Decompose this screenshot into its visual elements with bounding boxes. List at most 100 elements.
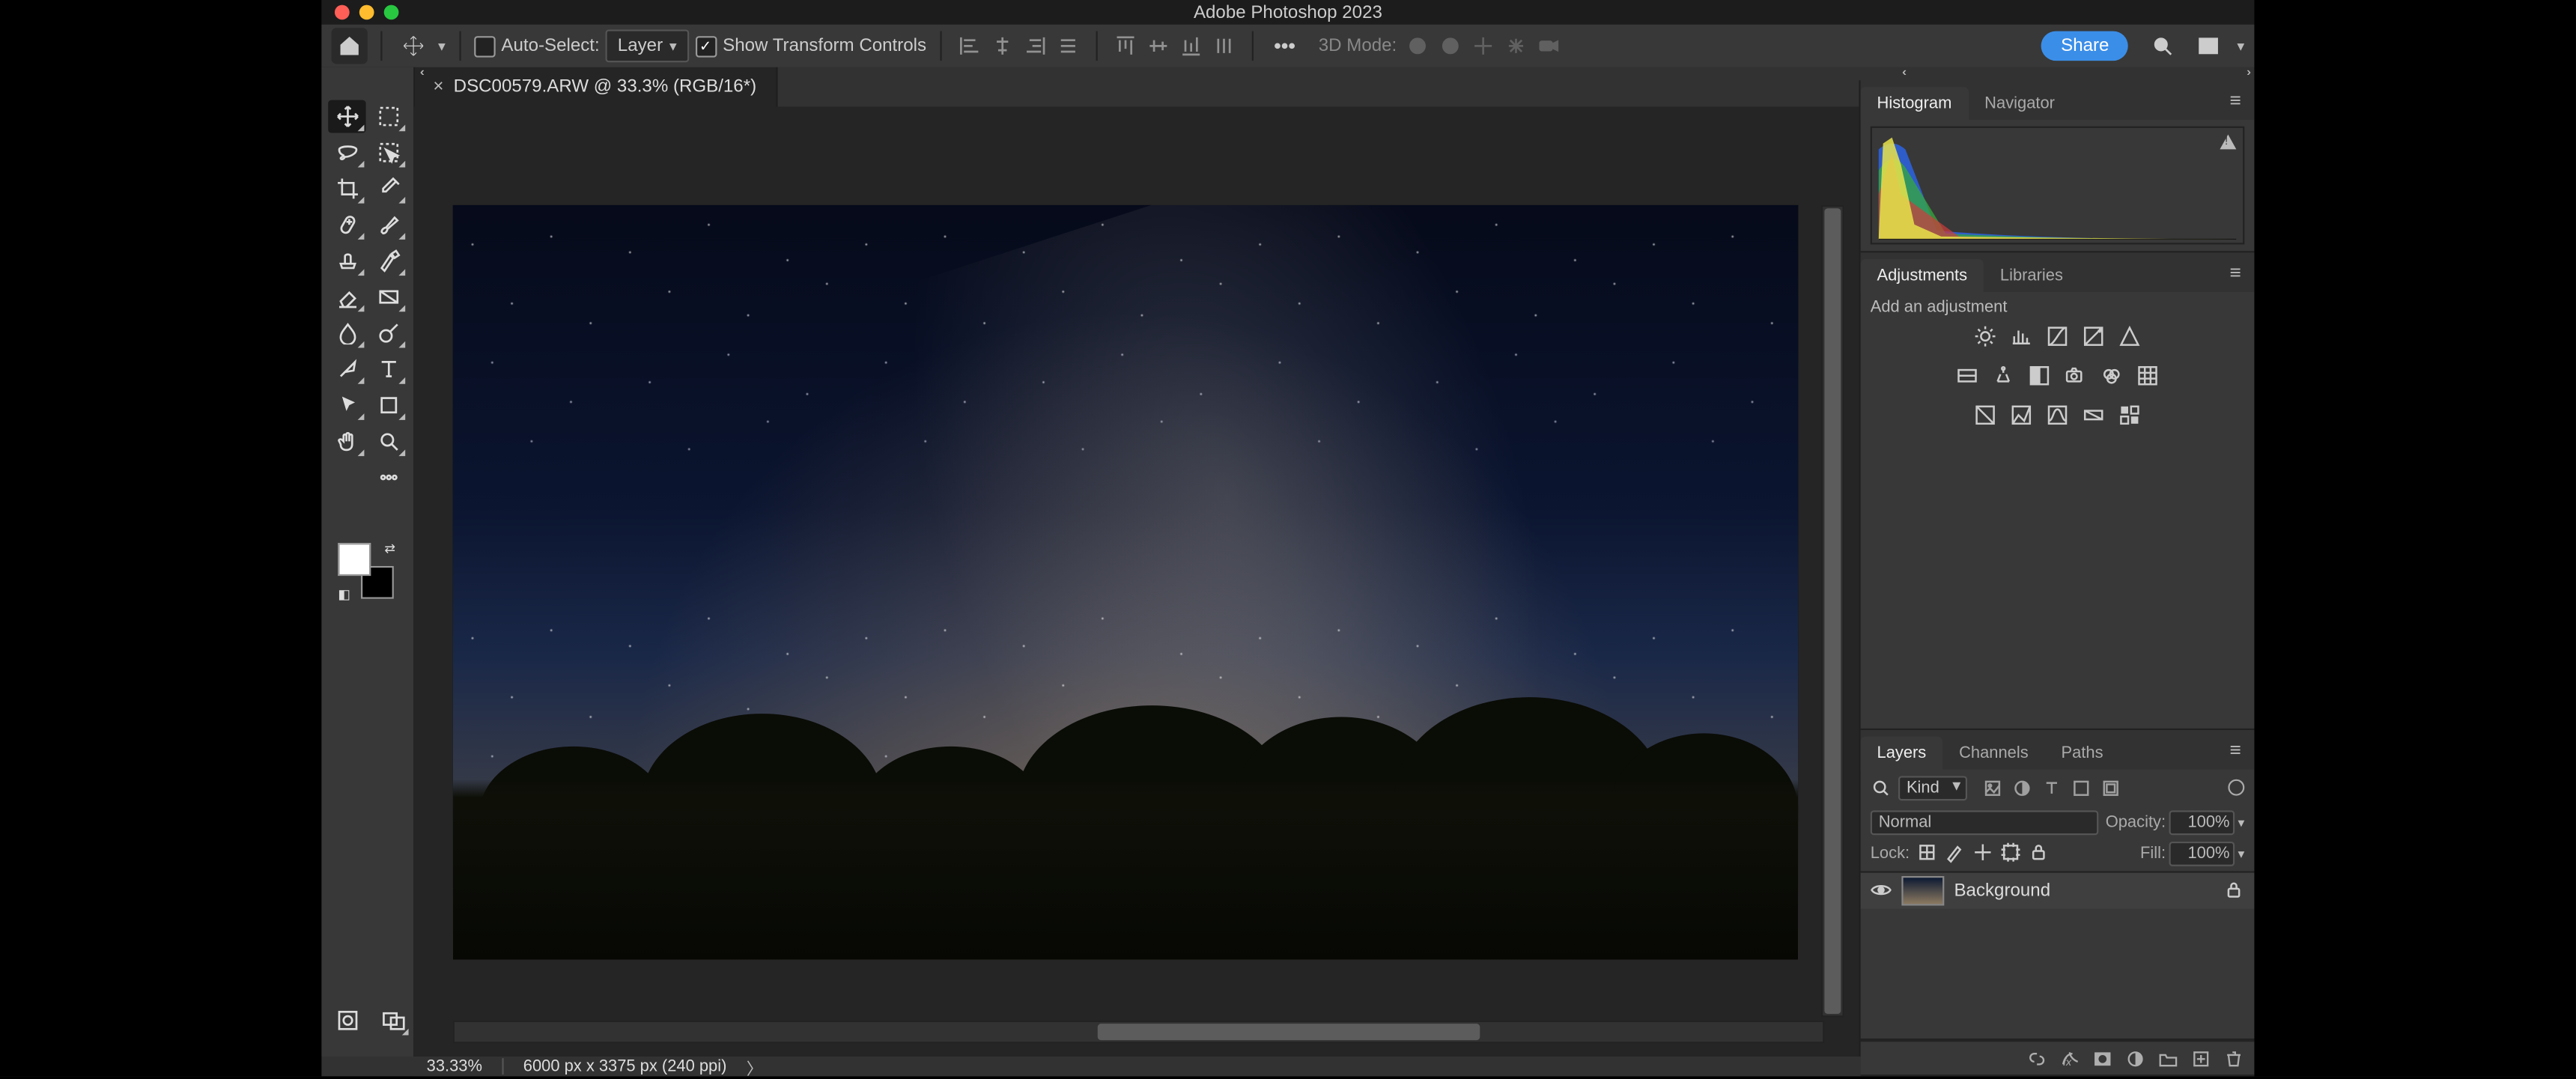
gradient-tool[interactable] — [369, 281, 407, 314]
dodge-tool[interactable] — [369, 317, 407, 350]
layer-fx-icon[interactable]: fx — [2058, 1047, 2081, 1070]
eraser-tool[interactable] — [328, 281, 365, 314]
workspace-switcher-dropdown-icon[interactable]: ▾ — [2237, 37, 2244, 55]
canvas-horizontal-scrollbar[interactable] — [453, 1021, 1825, 1044]
selective-color-icon[interactable] — [2116, 402, 2142, 428]
vibrance-icon[interactable] — [2116, 323, 2142, 350]
layers-panel-menu-icon[interactable]: ≡ — [2217, 738, 2254, 761]
new-adjustment-layer-icon[interactable] — [2123, 1047, 2146, 1070]
black-white-icon[interactable] — [2026, 362, 2053, 389]
quick-mask-icon[interactable] — [332, 1004, 365, 1037]
photo-filter-icon[interactable] — [2062, 362, 2089, 389]
auto-select-dropdown[interactable]: Layer ▾ — [606, 29, 688, 62]
tool-preset-dropdown-icon[interactable]: ▾ — [438, 37, 446, 55]
tab-navigator[interactable]: Navigator — [1968, 87, 2071, 120]
layer-filter-toggle[interactable] — [2228, 779, 2244, 796]
align-left-icon[interactable] — [954, 31, 983, 61]
lock-artboard-icon[interactable] — [2000, 841, 2021, 867]
tab-layers[interactable]: Layers — [1861, 736, 1943, 769]
fill-value[interactable]: 100% — [2169, 842, 2235, 866]
object-select-tool[interactable] — [369, 136, 407, 169]
window-zoom-button[interactable] — [384, 5, 399, 20]
exposure-icon[interactable] — [2080, 323, 2106, 350]
lock-transparency-icon[interactable] — [1916, 841, 1937, 867]
opacity-dropdown-icon[interactable]: ▾ — [2238, 815, 2244, 830]
channel-mixer-icon[interactable] — [2098, 362, 2124, 389]
hand-tool[interactable] — [328, 425, 365, 458]
fill-dropdown-icon[interactable]: ▾ — [2238, 847, 2244, 862]
filter-type-layers-icon[interactable] — [2039, 776, 2062, 799]
path-select-tool[interactable] — [328, 389, 365, 422]
filter-shape-layers-icon[interactable] — [2069, 776, 2092, 799]
tools-expand-icon[interactable]: ‹‹ — [420, 67, 421, 79]
tab-adjustments[interactable]: Adjustments — [1861, 259, 1984, 292]
layer-visibility-icon[interactable] — [1871, 879, 1892, 900]
hue-saturation-icon[interactable] — [1954, 362, 1980, 389]
lock-pixels-icon[interactable] — [1944, 841, 1965, 867]
levels-icon[interactable] — [2008, 323, 2035, 350]
left-panel-collapse-icon[interactable]: ‹‹ — [1902, 67, 1903, 79]
default-colors-icon[interactable]: ◧ — [338, 587, 350, 602]
search-icon[interactable] — [2145, 28, 2181, 64]
filter-pixel-layers-icon[interactable] — [1981, 776, 2004, 799]
threshold-icon[interactable] — [2044, 402, 2071, 428]
gradient-map-icon[interactable] — [2080, 402, 2106, 428]
clone-stamp-tool[interactable] — [328, 244, 365, 277]
home-button[interactable] — [332, 28, 368, 64]
layer-filter-kind-dropdown[interactable]: Kind — [1898, 775, 1967, 800]
move-tool[interactable] — [328, 100, 365, 133]
brightness-contrast-icon[interactable] — [1972, 323, 1999, 350]
marquee-tool[interactable] — [369, 100, 407, 133]
align-hcenter-icon[interactable] — [987, 31, 1016, 61]
window-close-button[interactable] — [335, 5, 350, 20]
tab-channels[interactable]: Channels — [1942, 736, 2044, 769]
curves-icon[interactable] — [2044, 323, 2071, 350]
invert-icon[interactable] — [1972, 402, 1999, 428]
delete-layer-icon[interactable] — [2222, 1047, 2245, 1070]
status-more-icon[interactable]: 〉 — [747, 1054, 763, 1079]
status-dimensions[interactable]: 6000 px x 3375 px (240 ppi) — [523, 1057, 727, 1075]
swap-colors-icon[interactable]: ⇄ — [384, 541, 395, 556]
tab-libraries[interactable]: Libraries — [1984, 259, 2080, 292]
color-balance-icon[interactable] — [1990, 362, 2017, 389]
layer-name[interactable]: Background — [1954, 880, 2050, 899]
status-zoom[interactable]: 33.33% — [427, 1057, 482, 1075]
history-brush-tool[interactable] — [369, 244, 407, 277]
distribute-v-icon[interactable] — [1209, 31, 1238, 61]
lasso-tool[interactable] — [328, 136, 365, 169]
auto-select-checkbox[interactable] — [473, 35, 494, 56]
align-bottom-icon[interactable] — [1176, 31, 1205, 61]
edit-toolbar-icon[interactable] — [369, 461, 407, 494]
link-layers-icon[interactable] — [2025, 1047, 2048, 1070]
pen-tool[interactable] — [328, 353, 365, 386]
color-swatches[interactable]: ⇄ ◧ — [338, 543, 393, 598]
filter-smart-layers-icon[interactable] — [2098, 776, 2121, 799]
lock-all-icon[interactable] — [2028, 841, 2049, 867]
crop-tool[interactable] — [328, 172, 365, 205]
color-lookup-icon[interactable] — [2134, 362, 2160, 389]
brush-tool[interactable] — [369, 208, 407, 241]
new-group-icon[interactable] — [2156, 1047, 2179, 1070]
tab-histogram[interactable]: Histogram — [1861, 87, 1969, 120]
align-top-icon[interactable] — [1110, 31, 1139, 61]
distribute-h-icon[interactable] — [1053, 31, 1082, 61]
tab-paths[interactable]: Paths — [2045, 736, 2120, 769]
opacity-value[interactable]: 100% — [2169, 809, 2235, 834]
healing-brush-tool[interactable] — [328, 208, 365, 241]
add-mask-icon[interactable] — [2090, 1047, 2113, 1070]
blur-tool[interactable] — [328, 317, 365, 350]
shape-tool[interactable] — [369, 389, 407, 422]
screen-mode-icon[interactable] — [377, 1004, 410, 1037]
layer-thumbnail[interactable] — [1901, 875, 1944, 905]
zoom-tool[interactable] — [369, 425, 407, 458]
document-canvas[interactable] — [453, 205, 1799, 960]
window-minimize-button[interactable] — [359, 5, 374, 20]
layer-lock-icon[interactable] — [2223, 879, 2244, 900]
layer-filter-search-icon[interactable] — [1871, 776, 1892, 797]
more-align-options-icon[interactable] — [1266, 28, 1302, 64]
canvas-vertical-scrollbar[interactable] — [1821, 205, 1844, 1018]
lock-position-icon[interactable] — [1972, 841, 1993, 867]
align-vcenter-icon[interactable] — [1143, 31, 1172, 61]
move-tool-icon[interactable] — [395, 28, 431, 64]
show-transform-checkbox[interactable]: ✓ — [695, 35, 716, 56]
